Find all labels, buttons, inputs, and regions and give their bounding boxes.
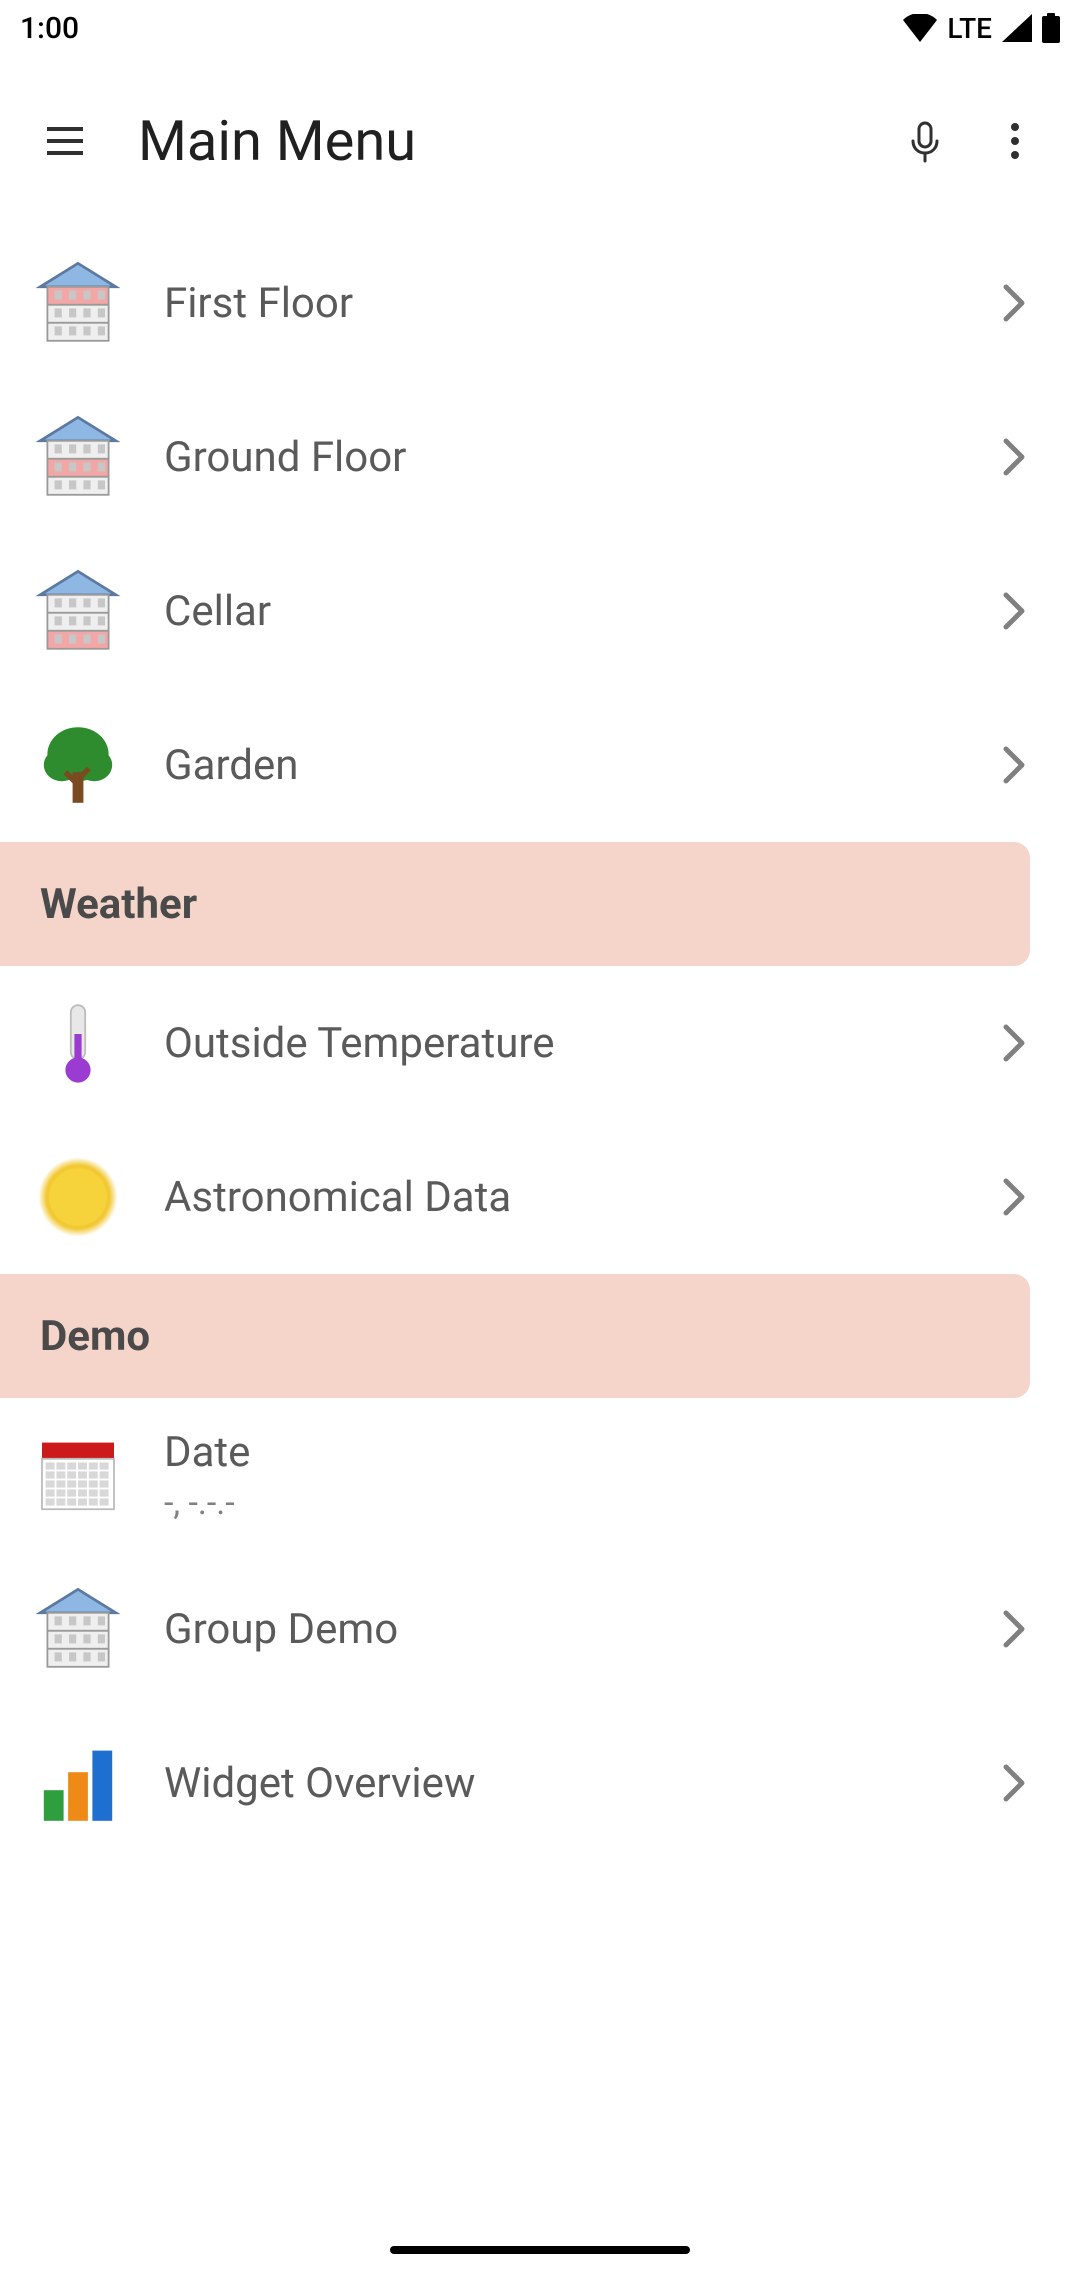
list-item-text: Ground Floor: [164, 433, 990, 482]
list-item[interactable]: Cellar: [0, 534, 1080, 688]
chevron-right-icon: [990, 587, 1038, 635]
voice-button[interactable]: [880, 96, 970, 186]
house-first-icon: [28, 253, 128, 353]
tree-icon: [28, 715, 128, 815]
chevron-right-icon: [990, 279, 1038, 327]
list-item-text: Date -, -.-.-: [164, 1428, 1038, 1523]
list-item-sublabel: -, -.-.-: [164, 1483, 1038, 1523]
house-ground-icon: [28, 407, 128, 507]
list-item-label: Group Demo: [164, 1605, 990, 1654]
chevron-right-icon: [990, 433, 1038, 481]
menu-button[interactable]: [20, 96, 110, 186]
microphone-icon: [901, 117, 949, 165]
list-item-label: Outside Temperature: [164, 1019, 990, 1068]
list-item-text: Cellar: [164, 587, 990, 636]
house-plain-icon: [28, 1579, 128, 1679]
status-icons: LTE: [903, 12, 1060, 45]
thermometer-icon: [28, 993, 128, 1093]
list-item-label: Date: [164, 1428, 1038, 1477]
calendar-icon: [28, 1425, 128, 1525]
more-button[interactable]: [970, 96, 1060, 186]
section-header-label: Demo: [40, 1312, 150, 1361]
list-item-text: Widget Overview: [164, 1759, 990, 1808]
network-label: LTE: [947, 12, 992, 45]
list-item-label: Garden: [164, 741, 990, 790]
list-item-text: Garden: [164, 741, 990, 790]
list-item-text: First Floor: [164, 279, 990, 328]
list-item-text: Group Demo: [164, 1605, 990, 1654]
status-time: 1:00: [20, 11, 79, 46]
hamburger-icon: [41, 117, 89, 165]
gesture-bar: [0, 2220, 1080, 2280]
list-item-text: Astronomical Data: [164, 1173, 990, 1222]
main-list: First Floor Ground Floor Cellar Garden Weath…: [0, 226, 1080, 1860]
section-header-label: Weather: [40, 880, 197, 929]
bars-icon: [28, 1733, 128, 1833]
list-item[interactable]: Garden: [0, 688, 1080, 842]
chevron-right-icon: [990, 1173, 1038, 1221]
section-header: Weather: [0, 842, 1030, 966]
list-item[interactable]: Outside Temperature: [0, 966, 1080, 1120]
section-header: Demo: [0, 1274, 1030, 1398]
nav-pill: [390, 2246, 690, 2254]
list-item-label: First Floor: [164, 279, 990, 328]
status-bar: 1:00 LTE: [0, 0, 1080, 56]
list-item[interactable]: Widget Overview: [0, 1706, 1080, 1860]
list-item-label: Widget Overview: [164, 1759, 990, 1808]
house-cellar-icon: [28, 561, 128, 661]
list-item[interactable]: First Floor: [0, 226, 1080, 380]
chevron-right-icon: [990, 1605, 1038, 1653]
list-item-label: Astronomical Data: [164, 1173, 990, 1222]
battery-icon: [1042, 13, 1060, 43]
cellular-icon: [1002, 14, 1032, 42]
sun-icon: [28, 1147, 128, 1247]
list-item-text: Outside Temperature: [164, 1019, 990, 1068]
list-item: Date -, -.-.-: [0, 1398, 1080, 1552]
wifi-icon: [903, 14, 937, 42]
chevron-right-icon: [990, 1019, 1038, 1067]
list-item[interactable]: Ground Floor: [0, 380, 1080, 534]
page-title: Main Menu: [138, 108, 880, 174]
more-vert-icon: [991, 117, 1039, 165]
app-bar: Main Menu: [0, 56, 1080, 226]
list-item-label: Ground Floor: [164, 433, 990, 482]
list-item[interactable]: Astronomical Data: [0, 1120, 1080, 1274]
chevron-right-icon: [990, 1759, 1038, 1807]
list-item[interactable]: Group Demo: [0, 1552, 1080, 1706]
chevron-right-icon: [990, 741, 1038, 789]
list-item-label: Cellar: [164, 587, 990, 636]
